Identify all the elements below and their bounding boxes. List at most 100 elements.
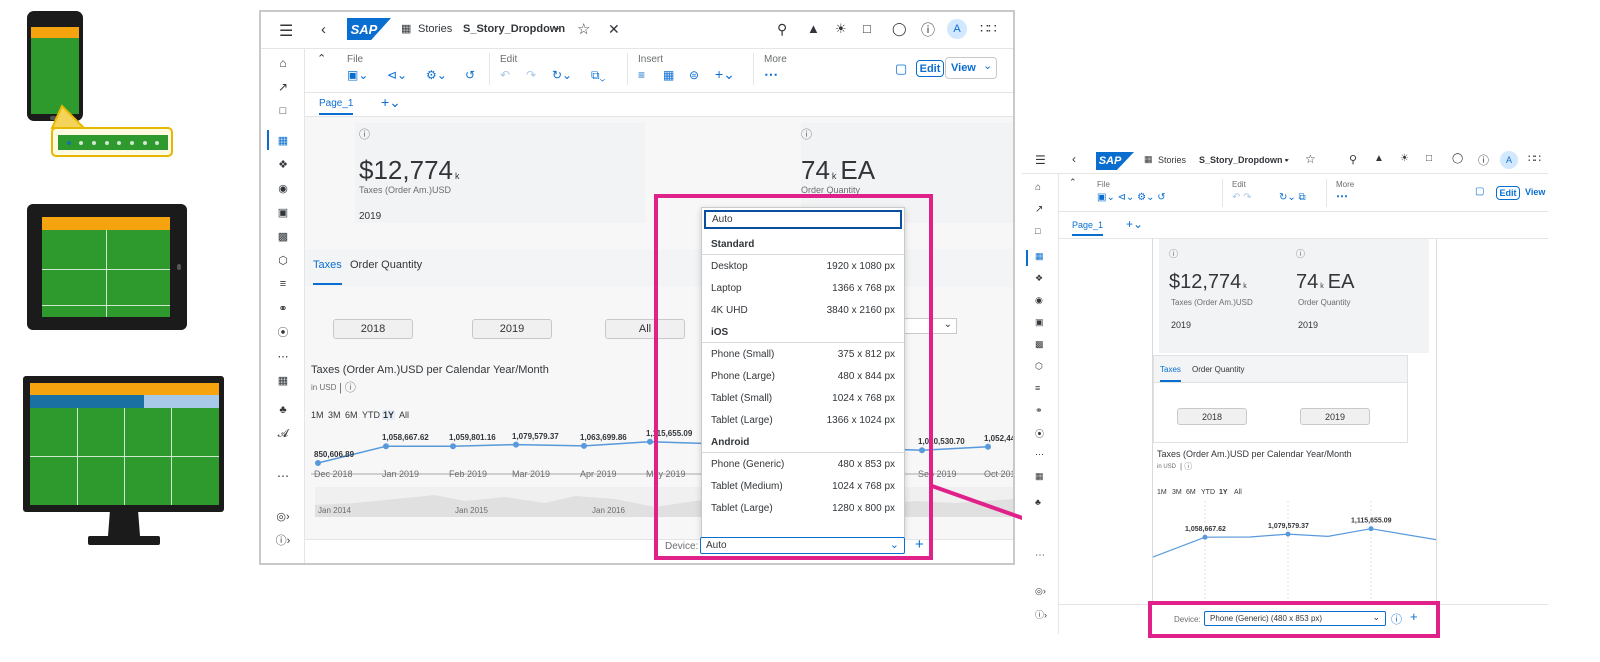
network-icon[interactable]: ♣ bbox=[1035, 497, 1041, 507]
analytics-icon[interactable]: ❖ bbox=[273, 156, 293, 172]
menu-icon[interactable]: ☰ bbox=[1035, 153, 1046, 167]
home-icon[interactable]: ⌂ bbox=[1035, 182, 1041, 193]
tab-page-1[interactable]: Page_1 bbox=[1072, 220, 1104, 236]
undo-icon[interactable]: ↶ ↷ bbox=[1232, 192, 1252, 203]
presentation-icon[interactable]: ▣ bbox=[273, 204, 293, 220]
stories-icon[interactable]: ▦ bbox=[401, 22, 411, 35]
binoculars-icon[interactable]: ⚭ bbox=[273, 300, 293, 316]
lock-icon[interactable]: ◎› bbox=[1035, 586, 1046, 597]
analytics-icon[interactable]: ❖ bbox=[1035, 273, 1043, 284]
compass-icon[interactable]: ⦿ bbox=[273, 324, 293, 340]
idea-icon[interactable]: ☀ bbox=[835, 21, 847, 37]
range-1m[interactable]: 1M bbox=[1157, 489, 1167, 496]
year-2018-button[interactable]: 2018 bbox=[333, 319, 413, 339]
feedback-icon[interactable]: ◯ bbox=[892, 21, 907, 37]
trend-icon[interactable]: ↗ bbox=[1035, 204, 1043, 215]
data-point[interactable] bbox=[1202, 534, 1208, 540]
range-1y[interactable]: 1Y bbox=[1219, 489, 1228, 496]
data-icon[interactable]: ◉ bbox=[273, 180, 293, 196]
settings-icon[interactable]: ⚙⌄ bbox=[426, 68, 447, 82]
trend-icon[interactable]: ↗ bbox=[273, 79, 293, 95]
data-point[interactable] bbox=[581, 442, 587, 449]
data-point[interactable] bbox=[985, 443, 991, 450]
calendar-icon[interactable]: ▦ bbox=[273, 372, 293, 388]
data-icon[interactable]: ◉ bbox=[1035, 295, 1043, 306]
chart-insert-icon[interactable]: ≡ bbox=[638, 68, 645, 82]
info-nav-icon[interactable]: ⓘ› bbox=[273, 532, 293, 548]
notification-icon[interactable]: ▲ bbox=[1374, 153, 1384, 164]
range-3m[interactable]: 3M bbox=[328, 410, 341, 420]
range-6m[interactable]: 6M bbox=[345, 410, 358, 420]
chevron-down-icon[interactable]: ⌄ bbox=[553, 22, 561, 33]
models-icon[interactable]: ▩ bbox=[1035, 339, 1044, 350]
stories-link[interactable]: Stories bbox=[418, 23, 452, 35]
more-toolbar-icon[interactable]: ⋯ bbox=[1336, 189, 1348, 203]
save-icon[interactable]: ▣⌄ bbox=[347, 68, 368, 82]
year-2018-button[interactable]: 2018 bbox=[1177, 408, 1247, 425]
discussion-icon[interactable]: □ bbox=[1426, 153, 1432, 164]
add-page-icon[interactable]: +⌄ bbox=[381, 94, 401, 111]
story-name[interactable]: S_Story_Dropdown • bbox=[1199, 155, 1288, 165]
device-preview-icon[interactable]: ▢ bbox=[895, 61, 907, 77]
stories-nav-icon[interactable]: ▦ bbox=[273, 132, 293, 148]
view-mode-button[interactable]: View bbox=[1525, 187, 1545, 197]
data-point[interactable] bbox=[450, 443, 456, 450]
models-icon[interactable]: ▩ bbox=[273, 228, 293, 244]
app-grid-icon[interactable]: ∷∷ bbox=[980, 20, 997, 37]
collapse-icon[interactable]: ⌃ bbox=[317, 52, 326, 65]
device-preview-icon[interactable]: ▢ bbox=[1475, 186, 1484, 197]
feedback-icon[interactable]: ◯ bbox=[1452, 153, 1463, 164]
avatar[interactable]: A bbox=[1500, 151, 1518, 169]
compass-icon[interactable]: ⦿ bbox=[1035, 427, 1044, 440]
help-icon[interactable]: ⓘ bbox=[1478, 152, 1489, 168]
info-icon[interactable]: ⓘ bbox=[1169, 247, 1178, 260]
data-point[interactable] bbox=[383, 443, 389, 450]
info-nav-icon[interactable]: ⓘ› bbox=[1035, 608, 1047, 621]
edit-mode-button[interactable]: Edit bbox=[1496, 186, 1520, 200]
stories-icon[interactable]: ▦ bbox=[1144, 154, 1153, 165]
range-ytd[interactable]: YTD bbox=[1201, 489, 1215, 496]
info-icon[interactable]: ⓘ bbox=[801, 126, 812, 142]
data-point[interactable] bbox=[647, 438, 653, 445]
star-icon[interactable]: ☆ bbox=[577, 20, 590, 38]
star-icon[interactable]: ☆ bbox=[1305, 152, 1316, 166]
filter-insert-icon[interactable]: ⊜ bbox=[689, 68, 699, 82]
menu-icon[interactable]: ☰ bbox=[279, 21, 293, 41]
cube-icon[interactable]: ⬡ bbox=[273, 252, 293, 268]
data-point[interactable] bbox=[513, 441, 519, 448]
more-icon[interactable]: ⋯ bbox=[1035, 550, 1045, 561]
calendar-icon[interactable]: ▦ bbox=[1035, 471, 1044, 482]
cube-icon[interactable]: ⬡ bbox=[1035, 361, 1043, 372]
stories-link[interactable]: Stories bbox=[1158, 155, 1186, 165]
more-icon[interactable]: ⋯ bbox=[273, 468, 293, 484]
search-icon[interactable]: ⚲ bbox=[777, 21, 787, 38]
range-ytd[interactable]: YTD bbox=[362, 410, 380, 420]
back-icon[interactable]: ‹ bbox=[321, 21, 326, 38]
range-6m[interactable]: 6M bbox=[1186, 489, 1196, 496]
year-2019-button[interactable]: 2019 bbox=[1300, 408, 1370, 425]
translate-icon[interactable]: 𝓐 bbox=[273, 426, 293, 442]
undo-icon[interactable]: ↶ bbox=[500, 68, 510, 82]
stories-nav-icon[interactable]: ▦ bbox=[1035, 251, 1044, 262]
data-point[interactable] bbox=[1368, 526, 1374, 532]
tab-page-1[interactable]: Page_1 bbox=[319, 98, 354, 115]
data-point[interactable] bbox=[315, 460, 321, 466]
tab-order-quantity[interactable]: Order Quantity bbox=[350, 259, 422, 271]
close-icon[interactable]: ✕ bbox=[608, 21, 620, 38]
chart-info-icon[interactable]: | ⓘ bbox=[1180, 461, 1192, 472]
binoculars-icon[interactable]: ⚭ bbox=[1035, 405, 1043, 416]
help-icon[interactable]: ⓘ bbox=[921, 20, 935, 40]
lock-icon[interactable]: ◎› bbox=[273, 508, 293, 524]
home-icon[interactable]: ⌂ bbox=[273, 55, 293, 71]
tab-taxes[interactable]: Taxes bbox=[1160, 365, 1181, 382]
range-all[interactable]: All bbox=[1234, 489, 1242, 496]
copy-icon[interactable]: ⧉⌄ bbox=[591, 68, 605, 83]
refresh-icon[interactable]: ↻⌄ ⧉ bbox=[1279, 192, 1306, 203]
network-icon[interactable]: ♣ bbox=[273, 402, 293, 418]
list-icon[interactable]: ≡ bbox=[1035, 383, 1040, 393]
history-icon[interactable]: ↺ bbox=[465, 68, 475, 82]
info-icon[interactable]: ⓘ bbox=[359, 126, 370, 142]
search-icon[interactable]: ⚲ bbox=[1349, 153, 1357, 166]
list-icon[interactable]: ≡ bbox=[273, 276, 293, 292]
avatar[interactable]: A bbox=[947, 19, 967, 39]
